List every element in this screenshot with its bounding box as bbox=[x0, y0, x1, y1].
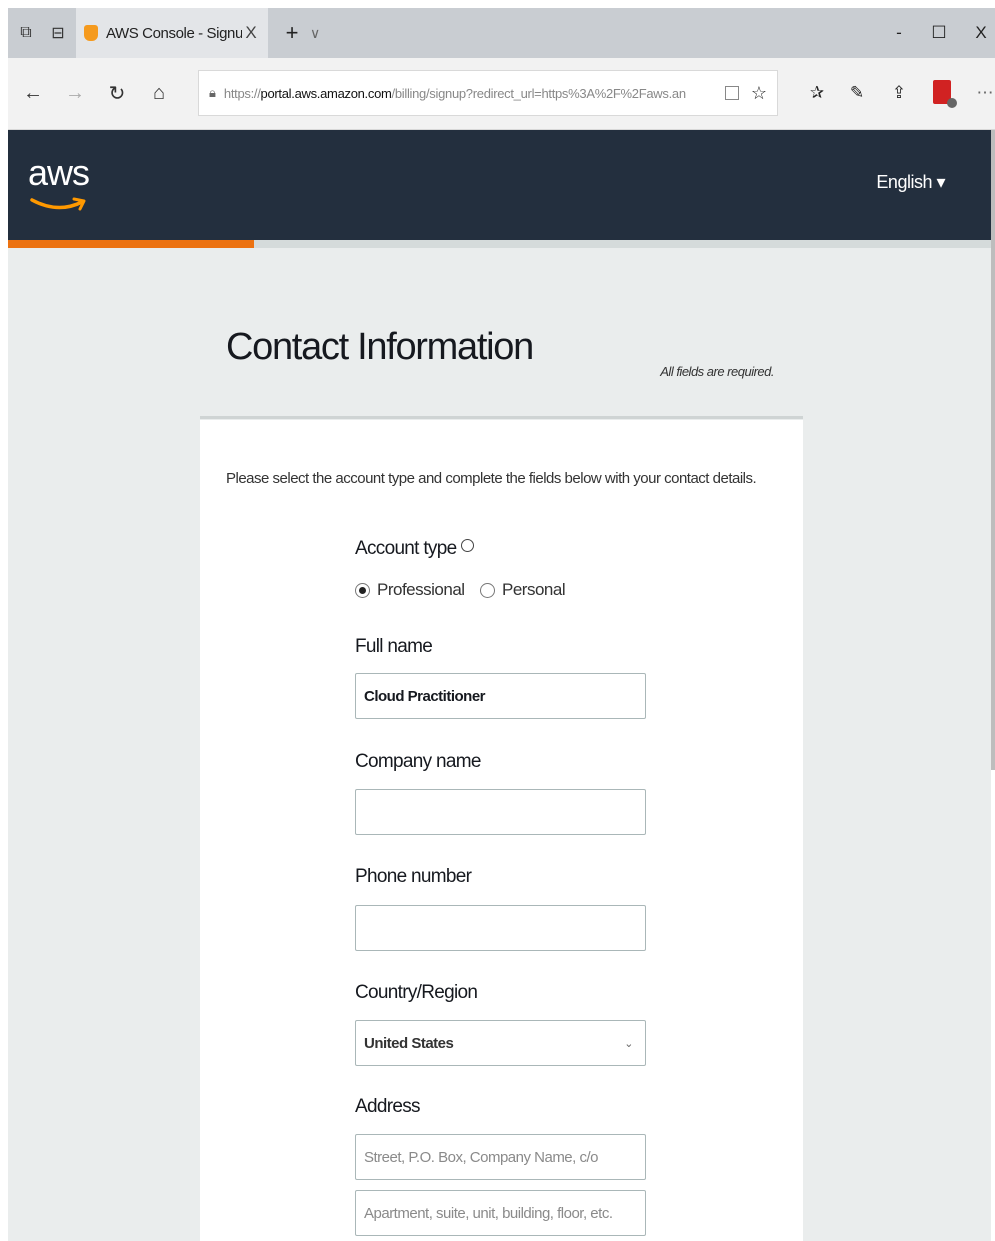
title-divider bbox=[200, 416, 803, 419]
browser-tab[interactable]: AWS Console - Signup X bbox=[76, 8, 268, 58]
browser-tab-strip: ⧉ ⊟ AWS Console - Signup X + ∨ - ☐ X bbox=[8, 8, 995, 58]
new-tab-button[interactable]: + bbox=[280, 20, 304, 46]
forward-arrow-icon[interactable]: → bbox=[60, 78, 90, 108]
more-menu-icon[interactable]: ⋯ bbox=[972, 80, 995, 106]
favorites-hub-icon[interactable]: ✰ bbox=[804, 80, 830, 106]
company-name-input[interactable] bbox=[355, 789, 646, 835]
back-arrow-icon[interactable]: ← bbox=[18, 78, 48, 108]
extension-icon[interactable] bbox=[933, 80, 957, 108]
favorite-star-icon[interactable]: ☆ bbox=[751, 83, 767, 104]
address-line2-input[interactable] bbox=[355, 1190, 646, 1236]
signup-progress-bar bbox=[8, 240, 991, 248]
radio-professional[interactable]: Professional bbox=[355, 580, 465, 600]
radio-personal-button[interactable] bbox=[480, 582, 495, 598]
lock-icon: 🔒︎ bbox=[209, 85, 216, 100]
tab-title: AWS Console - Signup bbox=[106, 24, 242, 42]
address-bar[interactable]: 🔒︎ https://portal.aws.amazon.com/billing… bbox=[198, 70, 778, 116]
url-domain: portal.aws.amazon.com bbox=[260, 85, 392, 101]
full-name-input[interactable] bbox=[355, 673, 646, 719]
phone-number-input[interactable] bbox=[355, 905, 646, 951]
aws-header: aws English ▾ bbox=[8, 130, 991, 240]
chevron-down-icon: ⌄ bbox=[624, 1037, 633, 1050]
browser-navigation-bar: ← → ↻ ⌂ 🔒︎ https://portal.aws.amazon.com… bbox=[8, 58, 995, 130]
required-fields-note: All fields are required. bbox=[660, 364, 774, 379]
info-icon[interactable] bbox=[461, 539, 475, 552]
pen-icon[interactable]: ✎ bbox=[844, 80, 870, 106]
radio-personal[interactable]: Personal bbox=[480, 580, 566, 600]
tab-list-chevron-icon[interactable]: ∨ bbox=[310, 25, 320, 42]
tab-actions-icon[interactable]: ⧉ bbox=[12, 19, 40, 47]
vertical-scrollbar[interactable] bbox=[991, 130, 995, 770]
progress-fill bbox=[8, 240, 254, 248]
address-label: Address bbox=[355, 1096, 421, 1117]
language-selector[interactable]: English ▾ bbox=[876, 172, 945, 193]
set-tabs-aside-icon[interactable]: ⊟ bbox=[44, 19, 72, 47]
reading-view-icon[interactable] bbox=[724, 86, 739, 100]
phone-number-label: Phone number bbox=[355, 866, 472, 887]
address-line1-input[interactable] bbox=[355, 1134, 646, 1180]
country-selected-value: United States bbox=[364, 1034, 454, 1052]
share-icon[interactable]: ⇪ bbox=[886, 80, 912, 106]
close-tab-icon[interactable]: X bbox=[242, 23, 260, 43]
aws-smile-icon bbox=[30, 197, 86, 211]
country-region-select[interactable]: United States ⌄ bbox=[355, 1020, 646, 1066]
url-text: https://portal.aws.amazon.com/billing/si… bbox=[223, 85, 686, 101]
aws-logo[interactable]: aws bbox=[28, 152, 90, 194]
radio-personal-label[interactable]: Personal bbox=[502, 580, 566, 600]
maximize-button[interactable]: ☐ bbox=[916, 8, 962, 58]
country-region-label: Country/Region bbox=[355, 982, 478, 1003]
full-name-label: Full name bbox=[355, 636, 433, 657]
radio-professional-button[interactable] bbox=[355, 582, 370, 598]
form-intro-text: Please select the account type and compl… bbox=[226, 470, 757, 487]
page-title: Contact Information bbox=[226, 326, 534, 368]
company-name-label: Company name bbox=[355, 751, 481, 772]
window-close-button[interactable]: X bbox=[958, 8, 995, 58]
home-icon[interactable]: ⌂ bbox=[144, 78, 174, 108]
aws-favicon-icon bbox=[84, 25, 98, 41]
account-type-label: Account type bbox=[355, 538, 475, 560]
refresh-icon[interactable]: ↻ bbox=[102, 78, 132, 108]
radio-professional-label[interactable]: Professional bbox=[377, 580, 465, 600]
